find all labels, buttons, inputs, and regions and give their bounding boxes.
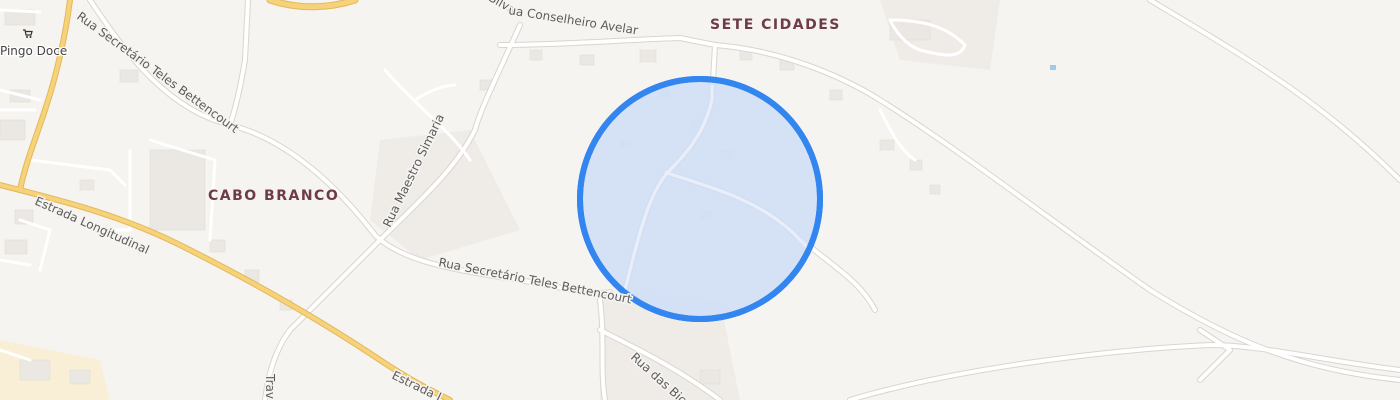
poi-label: Pingo Doce [0,44,67,58]
place-label-sete-cidades: SETE CIDADES [710,17,841,33]
street-label-trav: Trav [263,373,277,399]
map-canvas: Silva ua Conselheiro Avelar Rua Secretár… [0,0,1400,400]
water-feature [1050,65,1056,70]
map-view[interactable]: Silva ua Conselheiro Avelar Rua Secretár… [0,0,1400,400]
place-label-cabo-branco: CABO BRANCO [208,188,339,204]
